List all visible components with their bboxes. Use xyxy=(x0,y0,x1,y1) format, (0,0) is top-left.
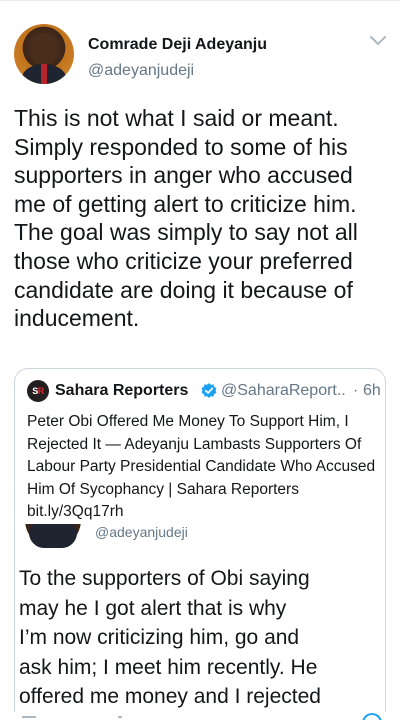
quoted-display-name: Sahara Reporters xyxy=(55,382,189,399)
user-avatar[interactable] xyxy=(14,24,74,84)
avatar-face xyxy=(31,33,57,65)
quoted-tweet-text: Peter Obi Offered Me Money To Support Hi… xyxy=(27,413,376,520)
quoted-image[interactable]: @adeyanjudeji To the supporters of Obi s… xyxy=(14,524,386,720)
quoted-timestamp: 6h xyxy=(363,382,381,399)
share-icon[interactable] xyxy=(362,713,382,720)
verified-badge-icon xyxy=(201,383,217,398)
action-bar xyxy=(0,712,400,720)
top-divider xyxy=(0,0,400,1)
embedded-avatar-shirt xyxy=(29,524,77,548)
embedded-handle: @adeyanjudeji xyxy=(95,524,188,540)
sahara-reporters-logo: SR xyxy=(27,380,49,402)
retweet-icon[interactable] xyxy=(118,716,122,718)
avatar-tie xyxy=(41,64,47,84)
separator-dot: · xyxy=(353,382,359,399)
tweet-text: This is not what I said or meant. Simply… xyxy=(14,105,358,332)
user-handle[interactable]: @adeyanjudeji xyxy=(88,62,194,80)
embedded-tweet-text: To the supporters of Obi saying may he I… xyxy=(19,567,321,708)
display-name[interactable]: Comrade Deji Adeyanju xyxy=(88,36,267,54)
quoted-tweet-card[interactable]: SR Sahara Reporters @SaharaReport... · 6… xyxy=(14,368,386,524)
reply-icon[interactable] xyxy=(22,716,36,718)
chevron-down-icon[interactable] xyxy=(368,34,388,48)
tweet-header: Comrade Deji Adeyanju @adeyanjudeji xyxy=(14,24,394,90)
quoted-handle: @SaharaReport... xyxy=(221,382,347,399)
embedded-avatar xyxy=(25,524,81,548)
